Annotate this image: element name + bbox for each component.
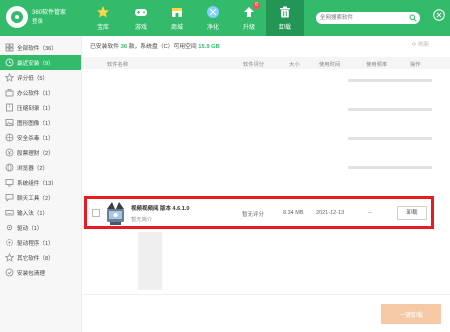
tab-baoku[interactable]: 宝库 xyxy=(84,0,122,36)
col-rating[interactable]: 软件评分 xyxy=(243,60,264,68)
sidebar-item-driver-program[interactable]: 驱动程序（1） xyxy=(0,235,81,250)
sidebar-item-input-method[interactable]: 输入法（1） xyxy=(0,205,81,220)
loading-placeholder xyxy=(348,166,432,169)
sidebar-item-all[interactable]: 全部软件（36） xyxy=(0,40,81,55)
driver-program-icon xyxy=(6,239,13,246)
sidebar-item-office[interactable]: 办公软件（1） xyxy=(0,85,81,100)
top-bar: 360软件管家 登录 宝库 游戏 商城 净化 6 升级 卸载 xyxy=(0,0,450,36)
app-description: 暂无简介 xyxy=(131,217,153,223)
free-space: 15.9 GB xyxy=(198,44,220,50)
app-frequency: -- xyxy=(368,210,372,216)
search-input[interactable] xyxy=(320,13,406,23)
clock-icon xyxy=(5,58,14,67)
tab-uninstall[interactable]: 卸载 xyxy=(266,0,304,36)
install-summary: 已安装软件 36 款，系统盘（C）可用空间 15.9 GB xyxy=(90,44,220,50)
sidebar-item-graphics[interactable]: 图形图像（1） xyxy=(0,115,81,130)
refresh-icon: ⟳ xyxy=(412,42,417,48)
close-icon[interactable] xyxy=(433,9,445,21)
driver-icon xyxy=(6,224,13,231)
col-use-time[interactable]: 使用时间 xyxy=(319,60,340,68)
installed-count: 36 xyxy=(120,44,128,50)
footer-divider xyxy=(83,294,450,295)
star-outline-icon xyxy=(5,73,14,82)
finance-icon xyxy=(5,148,14,157)
sidebar-item-other[interactable]: 其它软件（8） xyxy=(0,250,81,265)
app-rating: 暂无评分 xyxy=(242,212,265,218)
trash-icon xyxy=(280,6,290,18)
app-size: 8.34 MB xyxy=(283,210,304,216)
gamepad-icon xyxy=(135,9,147,16)
sidebar-item-compress[interactable]: 压缩刻录（1） xyxy=(0,100,81,115)
grid-icon xyxy=(5,43,14,52)
chat-icon xyxy=(5,194,14,202)
category-sidebar: 全部软件（36） 最近安装（9） 评分低（5） 办公软件（1） 压缩刻录（1） … xyxy=(0,36,82,332)
image-icon xyxy=(5,119,14,126)
search-box[interactable] xyxy=(316,12,420,24)
login-link[interactable]: 登录 xyxy=(32,17,43,25)
table-row[interactable]: 视频视频阅 版本 4.6.1.0 暂无简介 暂无评分 8.34 MB 2021-… xyxy=(86,199,432,228)
sidebar-item-chat[interactable]: 聊天工具（2） xyxy=(0,190,81,205)
app-logo-icon xyxy=(6,6,28,28)
col-action: 操作 xyxy=(410,62,421,68)
refresh-button[interactable]: ⟳ 刷新 xyxy=(412,40,429,48)
sidebar-item-finance[interactable]: 股票理财（2） xyxy=(0,145,81,160)
loading-placeholder xyxy=(348,108,432,111)
loading-thumbnail xyxy=(138,232,162,290)
tab-purify[interactable]: 净化 xyxy=(194,0,232,36)
row-checkbox[interactable] xyxy=(92,209,100,217)
app-name: 视频视频阅 版本 4.6.1.0 xyxy=(131,206,190,212)
archive-icon xyxy=(6,103,13,112)
tab-store[interactable]: 商城 xyxy=(158,0,196,36)
app-use-time: 2021-12-13 xyxy=(316,210,345,216)
briefcase-icon xyxy=(5,89,14,97)
sidebar-item-security[interactable]: 安全杀毒（1） xyxy=(0,130,81,145)
sidebar-item-low-rating[interactable]: 评分低（5） xyxy=(0,70,81,85)
keyboard-icon xyxy=(5,210,14,216)
other-icon xyxy=(5,253,14,262)
col-size[interactable]: 大小 xyxy=(289,60,300,68)
shield-icon xyxy=(207,6,219,18)
tab-games[interactable]: 游戏 xyxy=(122,0,160,36)
sidebar-item-system[interactable]: 系统组件（13） xyxy=(0,175,81,190)
store-icon xyxy=(172,8,182,17)
app-icon xyxy=(107,202,124,225)
sidebar-item-driver[interactable]: 驱动（1） xyxy=(0,220,81,235)
security-icon xyxy=(5,133,14,142)
sidebar-item-package-clean[interactable]: 安装包清理 xyxy=(0,265,81,280)
clean-icon xyxy=(5,268,14,277)
browser-icon xyxy=(5,163,14,172)
sidebar-item-recent[interactable]: 最近安装（9） xyxy=(0,55,81,70)
upgrade-badge: 6 xyxy=(253,2,260,9)
app-title: 360软件管家 xyxy=(32,10,67,16)
tab-upgrade[interactable]: 6 升级 xyxy=(230,0,268,36)
loading-placeholder xyxy=(348,79,432,82)
star-icon xyxy=(97,6,109,18)
system-icon xyxy=(5,179,14,187)
one-click-uninstall-button[interactable]: 一键卸载 xyxy=(381,304,441,324)
sidebar-item-browser[interactable]: 浏览器（2） xyxy=(0,160,81,175)
uninstall-button[interactable]: 卸载 xyxy=(397,206,427,220)
search-icon[interactable] xyxy=(409,14,417,22)
col-frequency[interactable]: 使用频率 xyxy=(366,60,387,68)
table-header: 软件名称 软件评分 大小 使用时间 使用频率 操作 xyxy=(83,57,450,69)
loading-placeholder xyxy=(348,137,432,140)
col-software-name[interactable]: 软件名称 xyxy=(107,60,128,68)
